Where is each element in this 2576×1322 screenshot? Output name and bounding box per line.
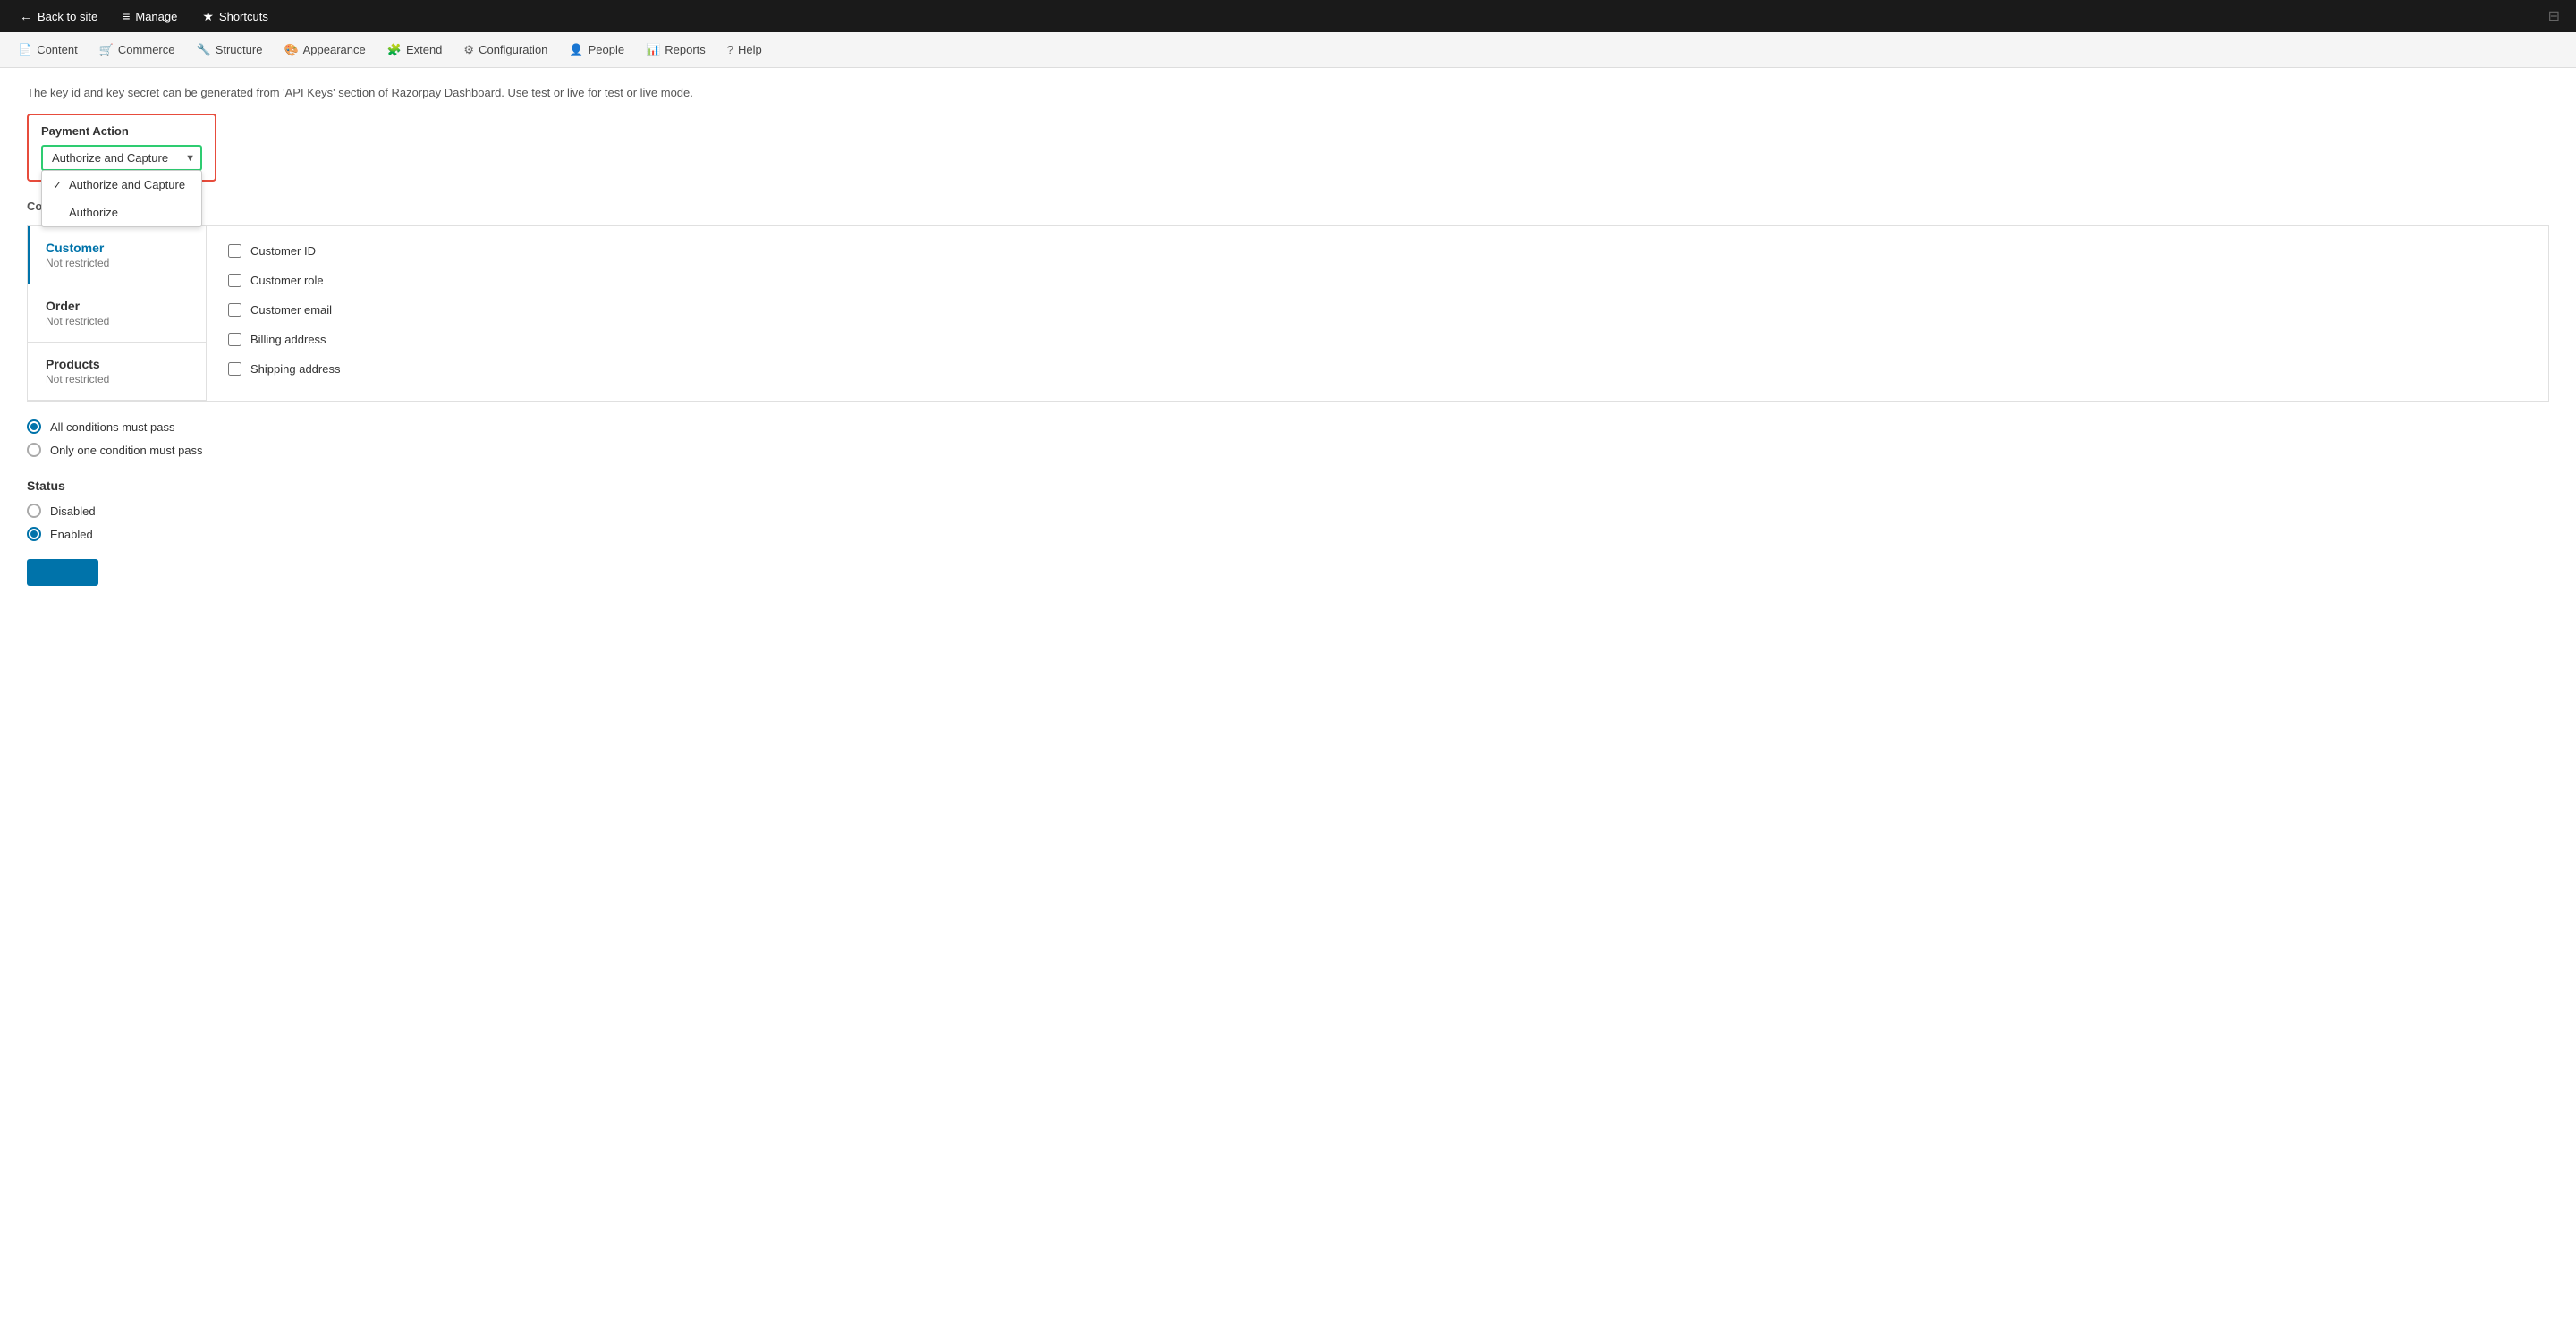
- checkbox-row-customer-email: Customer email: [228, 303, 2527, 317]
- configuration-label: Configuration: [479, 43, 547, 56]
- nav-item-help[interactable]: ? Help: [716, 32, 773, 67]
- payment-action-label: Payment Action: [41, 124, 202, 138]
- people-label: People: [589, 43, 624, 56]
- back-to-site-button[interactable]: ← Back to site: [7, 0, 110, 32]
- commerce-icon: 🛒: [99, 43, 114, 57]
- help-icon: ?: [727, 43, 733, 56]
- content-icon: 📄: [18, 43, 32, 57]
- radio-row-one-pass: Only one condition must pass: [27, 443, 2549, 457]
- save-button[interactable]: [27, 559, 98, 586]
- popup-option-authorize-capture[interactable]: ✓ Authorize and Capture: [42, 171, 201, 199]
- radio-row-all-pass: All conditions must pass: [27, 419, 2549, 434]
- radio-row-disabled: Disabled: [27, 504, 2549, 518]
- help-label: Help: [738, 43, 762, 56]
- checkbox-label-billing-address: Billing address: [250, 333, 326, 346]
- checkbox-shipping-address[interactable]: [228, 362, 242, 376]
- conditions-left-panel: Customer Not restricted Order Not restri…: [28, 226, 207, 401]
- checkbox-customer-email[interactable]: [228, 303, 242, 317]
- checkbox-row-customer-role: Customer role: [228, 274, 2527, 287]
- checkbox-label-customer-email: Customer email: [250, 303, 332, 317]
- extend-label: Extend: [406, 43, 442, 56]
- radio-status-disabled[interactable]: [27, 504, 41, 518]
- checkbox-customer-id[interactable]: [228, 244, 242, 258]
- order-tab-subtitle: Not restricted: [46, 315, 188, 327]
- checkbox-label-shipping-address: Shipping address: [250, 362, 340, 376]
- radio-label-enabled: Enabled: [50, 528, 93, 541]
- content-label: Content: [37, 43, 78, 56]
- no-check-icon: [53, 207, 64, 219]
- popup-option-label-1: Authorize and Capture: [69, 178, 185, 191]
- condition-tab-customer[interactable]: Customer Not restricted: [28, 226, 206, 284]
- nav-item-people[interactable]: 👤 People: [558, 32, 635, 67]
- configuration-icon: ⚙: [463, 43, 474, 57]
- main-nav: 📄 Content 🛒 Commerce 🔧 Structure 🎨 Appea…: [0, 32, 2576, 68]
- nav-item-content[interactable]: 📄 Content: [7, 32, 89, 67]
- products-tab-title: Products: [46, 357, 188, 371]
- nav-item-reports[interactable]: 📊 Reports: [635, 32, 716, 67]
- customer-tab-subtitle: Not restricted: [46, 257, 188, 269]
- condition-tab-products[interactable]: Products Not restricted: [28, 343, 206, 401]
- appearance-label: Appearance: [303, 43, 366, 56]
- radio-label-disabled: Disabled: [50, 504, 96, 518]
- popup-option-authorize[interactable]: Authorize: [42, 199, 201, 226]
- structure-label: Structure: [216, 43, 263, 56]
- checkbox-row-customer-id: Customer ID: [228, 244, 2527, 258]
- commerce-label: Commerce: [118, 43, 175, 56]
- payment-action-dropdown-wrapper: Authorize and Capture Authorize ▼ ✓ Auth…: [41, 145, 202, 171]
- condition-tab-order[interactable]: Order Not restricted: [28, 284, 206, 343]
- manage-icon: ≡: [123, 9, 130, 23]
- radio-all-conditions-pass[interactable]: [27, 419, 41, 434]
- shortcuts-button[interactable]: ★ Shortcuts: [190, 0, 280, 32]
- nav-item-structure[interactable]: 🔧 Structure: [186, 32, 274, 67]
- conditions-label: Conditions: [27, 199, 2549, 213]
- nav-item-commerce[interactable]: 🛒 Commerce: [89, 32, 186, 67]
- conditions-container: Customer Not restricted Order Not restri…: [27, 225, 2549, 402]
- shortcuts-label: Shortcuts: [219, 10, 268, 23]
- radio-label-one-pass: Only one condition must pass: [50, 444, 203, 457]
- info-text: The key id and key secret can be generat…: [27, 86, 2549, 99]
- condition-logic-group: All conditions must pass Only one condit…: [27, 419, 2549, 457]
- nav-item-configuration[interactable]: ⚙ Configuration: [453, 32, 558, 67]
- checkbox-row-shipping-address: Shipping address: [228, 362, 2527, 376]
- reports-icon: 📊: [646, 43, 660, 57]
- extend-icon: 🧩: [387, 43, 402, 57]
- manage-button[interactable]: ≡ Manage: [110, 0, 190, 32]
- checkbox-billing-address[interactable]: [228, 333, 242, 346]
- customer-tab-title: Customer: [46, 241, 188, 255]
- payment-action-section: Payment Action Authorize and Capture Aut…: [27, 114, 216, 182]
- page-content: The key id and key secret can be generat…: [0, 68, 2576, 604]
- checkbox-label-customer-id: Customer ID: [250, 244, 316, 258]
- radio-row-enabled: Enabled: [27, 527, 2549, 541]
- reports-label: Reports: [665, 43, 706, 56]
- appearance-icon: 🎨: [284, 43, 298, 57]
- radio-one-condition-pass[interactable]: [27, 443, 41, 457]
- products-tab-subtitle: Not restricted: [46, 373, 188, 386]
- back-to-site-label: Back to site: [38, 10, 97, 23]
- back-arrow-icon: ←: [20, 9, 32, 23]
- structure-icon: 🔧: [197, 43, 211, 57]
- order-tab-title: Order: [46, 299, 188, 313]
- radio-label-all-pass: All conditions must pass: [50, 420, 174, 434]
- radio-status-enabled[interactable]: [27, 527, 41, 541]
- shortcuts-icon: ★: [202, 9, 214, 24]
- checkmark-icon: ✓: [53, 179, 64, 191]
- payment-action-select[interactable]: Authorize and Capture Authorize: [41, 145, 202, 171]
- conditions-right-panel: Customer ID Customer role Customer email…: [207, 226, 2548, 401]
- sidebar-toggle-button[interactable]: ⊟: [2539, 7, 2569, 25]
- popup-option-label-2: Authorize: [69, 206, 118, 219]
- payment-action-popup: ✓ Authorize and Capture Authorize: [41, 170, 202, 227]
- checkbox-label-customer-role: Customer role: [250, 274, 324, 287]
- admin-toolbar: ← Back to site ≡ Manage ★ Shortcuts ⊟: [0, 0, 2576, 32]
- manage-label: Manage: [135, 10, 177, 23]
- nav-item-appearance[interactable]: 🎨 Appearance: [273, 32, 376, 67]
- status-section: Status Disabled Enabled: [27, 479, 2549, 541]
- people-icon: 👤: [569, 43, 583, 57]
- checkbox-row-billing-address: Billing address: [228, 333, 2527, 346]
- checkbox-customer-role[interactable]: [228, 274, 242, 287]
- status-title: Status: [27, 479, 2549, 493]
- nav-item-extend[interactable]: 🧩 Extend: [377, 32, 453, 67]
